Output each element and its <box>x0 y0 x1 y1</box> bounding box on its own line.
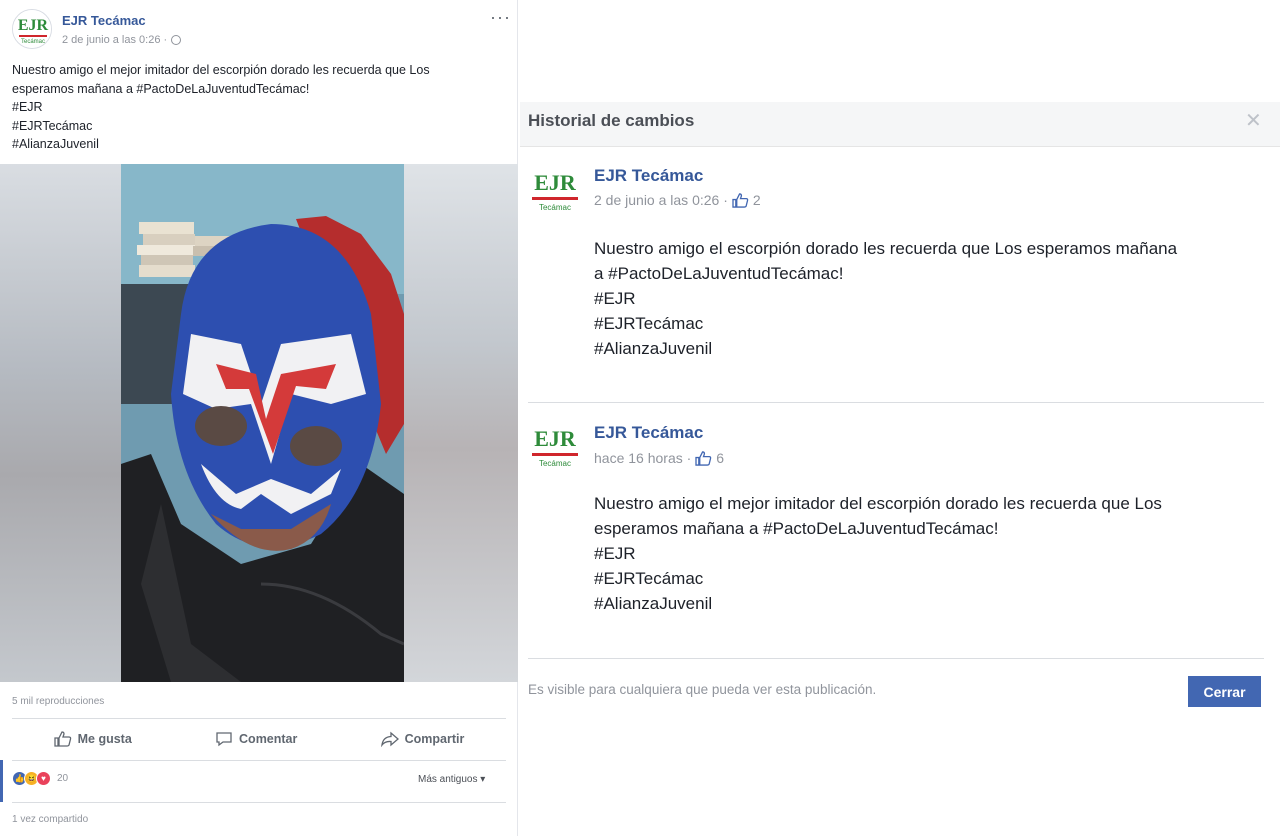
logo-text: EJR <box>534 170 577 195</box>
footer-divider <box>528 658 1264 659</box>
entry-text-line: esperamos mañana a #PactoDeLaJuventudTec… <box>594 519 999 538</box>
post-author-name[interactable]: EJR Tecámac <box>62 13 146 28</box>
dialog-title: Historial de cambios <box>528 111 695 130</box>
like-button[interactable]: Me gusta <box>53 731 132 747</box>
post-options-icon[interactable]: ··· <box>490 7 511 28</box>
hashtag-link[interactable]: #EJR <box>12 98 507 117</box>
entry-avatar-logo[interactable]: EJR Tecámac <box>528 162 582 216</box>
entry-meta: 2 de junio a las 0:26 · 2 <box>594 192 761 208</box>
entry-avatar-logo[interactable]: EJR Tecámac <box>528 418 582 472</box>
entry-text-line: Nuestro amigo el escorpión dorado les re… <box>594 239 1178 258</box>
entry-timestamp[interactable]: hace 16 horas · <box>594 450 691 466</box>
facebook-post: EJR Tecámac EJR Tecámac 2 de junio a las… <box>0 0 518 836</box>
thumbs-up-icon <box>53 731 71 747</box>
share-label: Compartir <box>404 732 465 746</box>
post-text: Nuestro amigo el mejor imitador del esco… <box>12 61 507 154</box>
logo-subtext: Tecámac <box>21 39 45 45</box>
hashtag-link[interactable]: #AlianzaJuvenil <box>12 135 507 154</box>
comment-label: Comentar <box>239 732 298 746</box>
entry-author-name[interactable]: EJR Tecámac <box>594 166 703 186</box>
masked-person-image <box>121 164 404 682</box>
post-timestamp[interactable]: 2 de junio a las 0:26 · <box>62 34 167 46</box>
logo-subtext: Tecámac <box>539 203 571 212</box>
entry-like-count: 2 <box>752 192 761 208</box>
ejr-logo-icon: EJR Tecámac <box>528 418 582 472</box>
comment-icon <box>216 732 232 747</box>
hashtag-link[interactable]: #EJRTecámac <box>12 117 507 136</box>
video-player[interactable] <box>0 164 518 682</box>
focus-accent <box>0 760 3 802</box>
entry-text-line: a #PactoDeLaJuventudTecámac! <box>594 264 844 283</box>
entry-like-count: 6 <box>716 450 725 466</box>
share-button[interactable]: Compartir <box>380 731 465 747</box>
entry-meta: hace 16 horas · 6 <box>594 450 724 466</box>
thumbs-up-icon <box>732 192 749 208</box>
logo-subtext: Tecámac <box>539 459 571 468</box>
divider <box>12 760 506 761</box>
reaction-count: 20 <box>57 773 69 784</box>
post-meta: 2 de junio a las 0:26 · <box>62 34 182 46</box>
ejr-logo-icon: EJR Tecámac <box>528 162 582 216</box>
video-frame <box>121 164 404 682</box>
sort-comments-dropdown[interactable]: Más antiguos ▾ <box>418 774 485 785</box>
close-icon[interactable]: ✕ <box>1245 108 1262 133</box>
ejr-logo-icon: EJR Tecámac <box>13 10 51 48</box>
entry-text-line: Nuestro amigo el mejor imitador del esco… <box>594 494 1162 513</box>
hashtag-link[interactable]: #EJRTecámac <box>594 566 1266 591</box>
view-count: 5 mil reproducciones <box>12 696 105 707</box>
entry-author-name[interactable]: EJR Tecámac <box>594 423 703 443</box>
dialog-header: Historial de cambios ✕ <box>520 102 1280 147</box>
thumbs-up-icon <box>695 450 712 466</box>
close-button[interactable]: Cerrar <box>1188 676 1261 707</box>
share-icon <box>380 731 399 747</box>
hashtag-link[interactable]: #AlianzaJuvenil <box>594 336 1266 361</box>
globe-icon <box>171 35 182 45</box>
entry-timestamp[interactable]: 2 de junio a las 0:26 · <box>594 192 728 208</box>
post-actions: Me gusta Comentar Compartir <box>12 724 506 754</box>
entry-text: Nuestro amigo el escorpión dorado les re… <box>594 236 1266 361</box>
hashtag-link[interactable]: #EJR <box>594 286 1266 311</box>
share-count[interactable]: 1 vez compartido <box>12 814 88 825</box>
like-label: Me gusta <box>77 732 132 746</box>
hashtag-link[interactable]: #EJR <box>594 541 1266 566</box>
post-text-line: Nuestro amigo el mejor imitador del esco… <box>12 63 430 77</box>
logo-text: EJR <box>534 426 577 451</box>
edit-history-dialog: Historial de cambios ✕ EJR Tecámac EJR T… <box>520 102 1280 836</box>
visibility-note: Es visible para cualquiera que pueda ver… <box>528 682 877 697</box>
logo-text: EJR <box>18 17 49 34</box>
video-blur-left <box>0 164 121 682</box>
post-text-line: esperamos mañana a #PactoDeLaJuventudTec… <box>12 81 310 96</box>
entry-divider <box>528 402 1264 403</box>
hashtag-link[interactable]: #AlianzaJuvenil <box>594 591 1266 616</box>
entry-text: Nuestro amigo el mejor imitador del esco… <box>594 491 1266 616</box>
video-blur-right <box>404 164 518 682</box>
comment-button[interactable]: Comentar <box>215 731 297 747</box>
divider <box>12 718 506 719</box>
divider <box>12 802 506 803</box>
page-avatar-logo[interactable]: EJR Tecámac <box>12 9 52 49</box>
hashtag-link[interactable]: #EJRTecámac <box>594 311 1266 336</box>
reaction-summary[interactable]: 👍 😆 ♥ 20 <box>12 771 68 786</box>
love-reaction-icon: ♥ <box>36 771 51 786</box>
